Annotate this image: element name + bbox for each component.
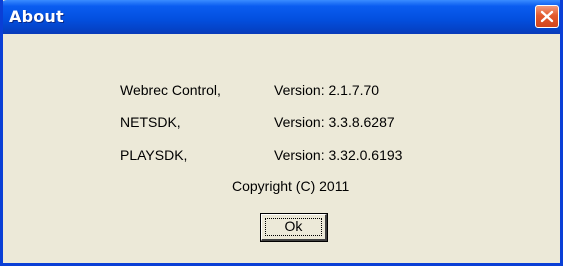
close-button[interactable] [535, 5, 559, 28]
component-version: Version: 3.3.8.6287 [274, 114, 395, 130]
title-bar[interactable]: About [3, 0, 560, 34]
ok-button-label: Ok [284, 218, 303, 234]
close-icon [540, 10, 554, 23]
ok-button[interactable]: Ok [260, 213, 328, 242]
dialog-content: Webrec Control, Version: 2.1.7.70 NETSDK… [3, 34, 560, 263]
copyright-text: Copyright (C) 2011 [232, 178, 350, 194]
about-dialog: About Webrec Control, Version: 2.1.7.70 … [0, 0, 563, 266]
dialog-title: About [9, 7, 64, 26]
component-name: NETSDK, [120, 114, 181, 130]
component-version: Version: 2.1.7.70 [274, 82, 380, 98]
component-version: Version: 3.32.0.6193 [274, 147, 403, 163]
component-name: Webrec Control, [120, 82, 221, 98]
component-name: PLAYSDK, [120, 147, 188, 163]
